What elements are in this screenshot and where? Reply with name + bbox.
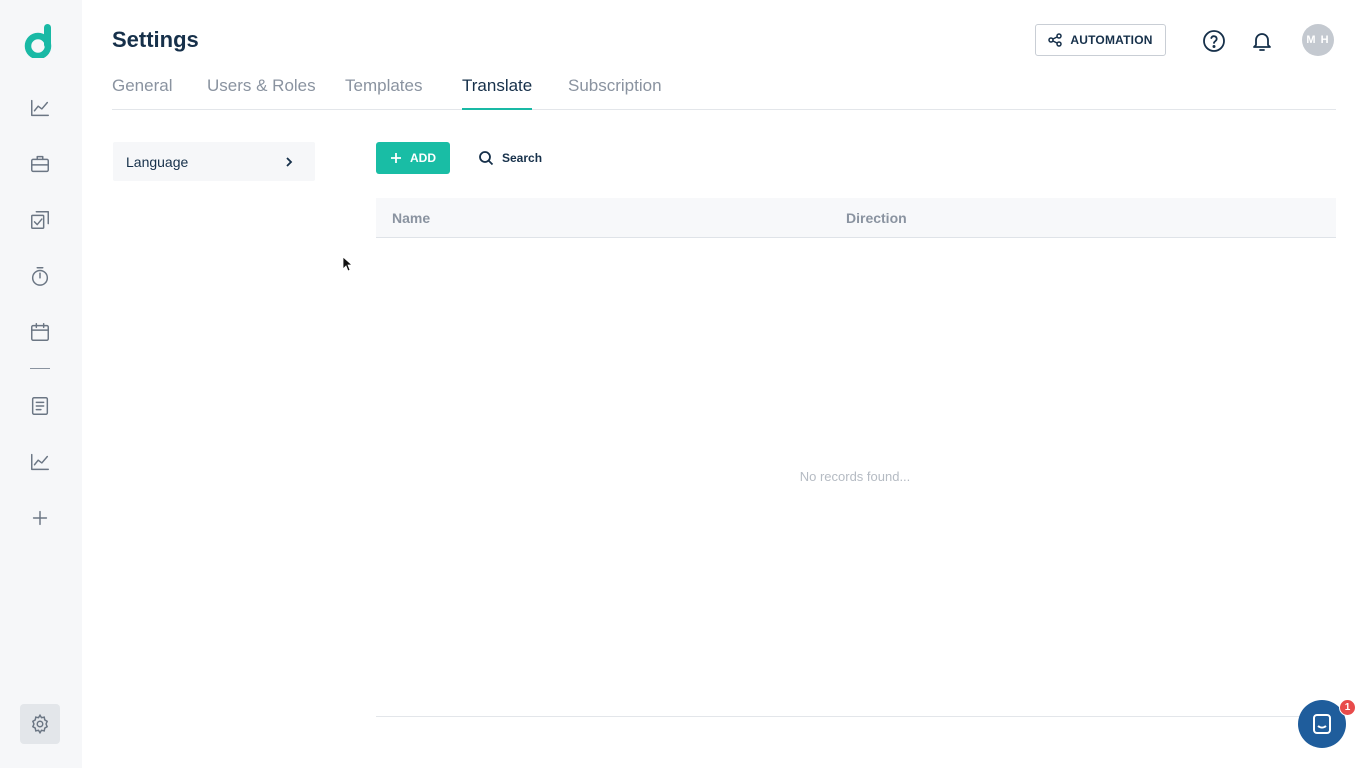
page-title: Settings (112, 27, 199, 52)
calendar-icon[interactable] (28, 320, 52, 344)
sidebar (0, 0, 82, 768)
tab-users-roles[interactable]: Users & Roles (207, 76, 316, 108)
column-header-name[interactable]: Name (392, 210, 430, 226)
empty-state-message: No records found... (799, 469, 911, 484)
left-menu-item-language[interactable]: Language (113, 142, 315, 181)
search-button[interactable]: Search (478, 148, 542, 168)
notification-bell-icon[interactable] (1250, 29, 1274, 53)
automation-label: AUTOMATION (1070, 33, 1153, 47)
search-label: Search (502, 151, 543, 165)
stopwatch-icon[interactable] (28, 264, 52, 288)
automation-button[interactable]: AUTOMATION (1035, 24, 1166, 56)
avatar[interactable]: M H (1302, 24, 1334, 56)
briefcase-icon[interactable] (28, 152, 52, 176)
checklist-icon[interactable] (28, 208, 52, 232)
analytics-icon[interactable] (28, 450, 52, 474)
document-icon[interactable] (28, 394, 52, 418)
chevron-right-icon (286, 156, 293, 167)
table-bottom-border (376, 716, 1336, 717)
app-logo-icon[interactable] (24, 24, 56, 60)
settings-tabs: General Users & Roles Templates Translat… (112, 74, 1336, 110)
chat-unread-badge: 1 (1339, 699, 1356, 716)
tab-general[interactable]: General (112, 76, 172, 108)
tab-templates[interactable]: Templates (345, 76, 422, 108)
sidebar-divider (30, 368, 50, 369)
plus-icon[interactable] (28, 506, 52, 530)
table-header: Name Direction (376, 198, 1336, 238)
left-menu-item-label: Language (126, 153, 189, 170)
mouse-cursor-icon (342, 256, 352, 272)
gear-icon (31, 713, 49, 735)
settings-nav-button[interactable] (20, 704, 60, 744)
add-label: ADD (410, 151, 436, 165)
tab-subscription[interactable]: Subscription (568, 76, 662, 108)
column-header-direction[interactable]: Direction (846, 210, 907, 226)
help-icon[interactable] (1202, 29, 1226, 53)
chat-icon (1313, 714, 1331, 734)
chart-line-icon[interactable] (28, 96, 52, 120)
share-nodes-icon (1048, 33, 1063, 47)
plus-icon (391, 153, 401, 163)
tab-translate[interactable]: Translate (462, 76, 533, 110)
search-icon (479, 151, 494, 166)
add-button[interactable]: ADD (376, 142, 450, 174)
